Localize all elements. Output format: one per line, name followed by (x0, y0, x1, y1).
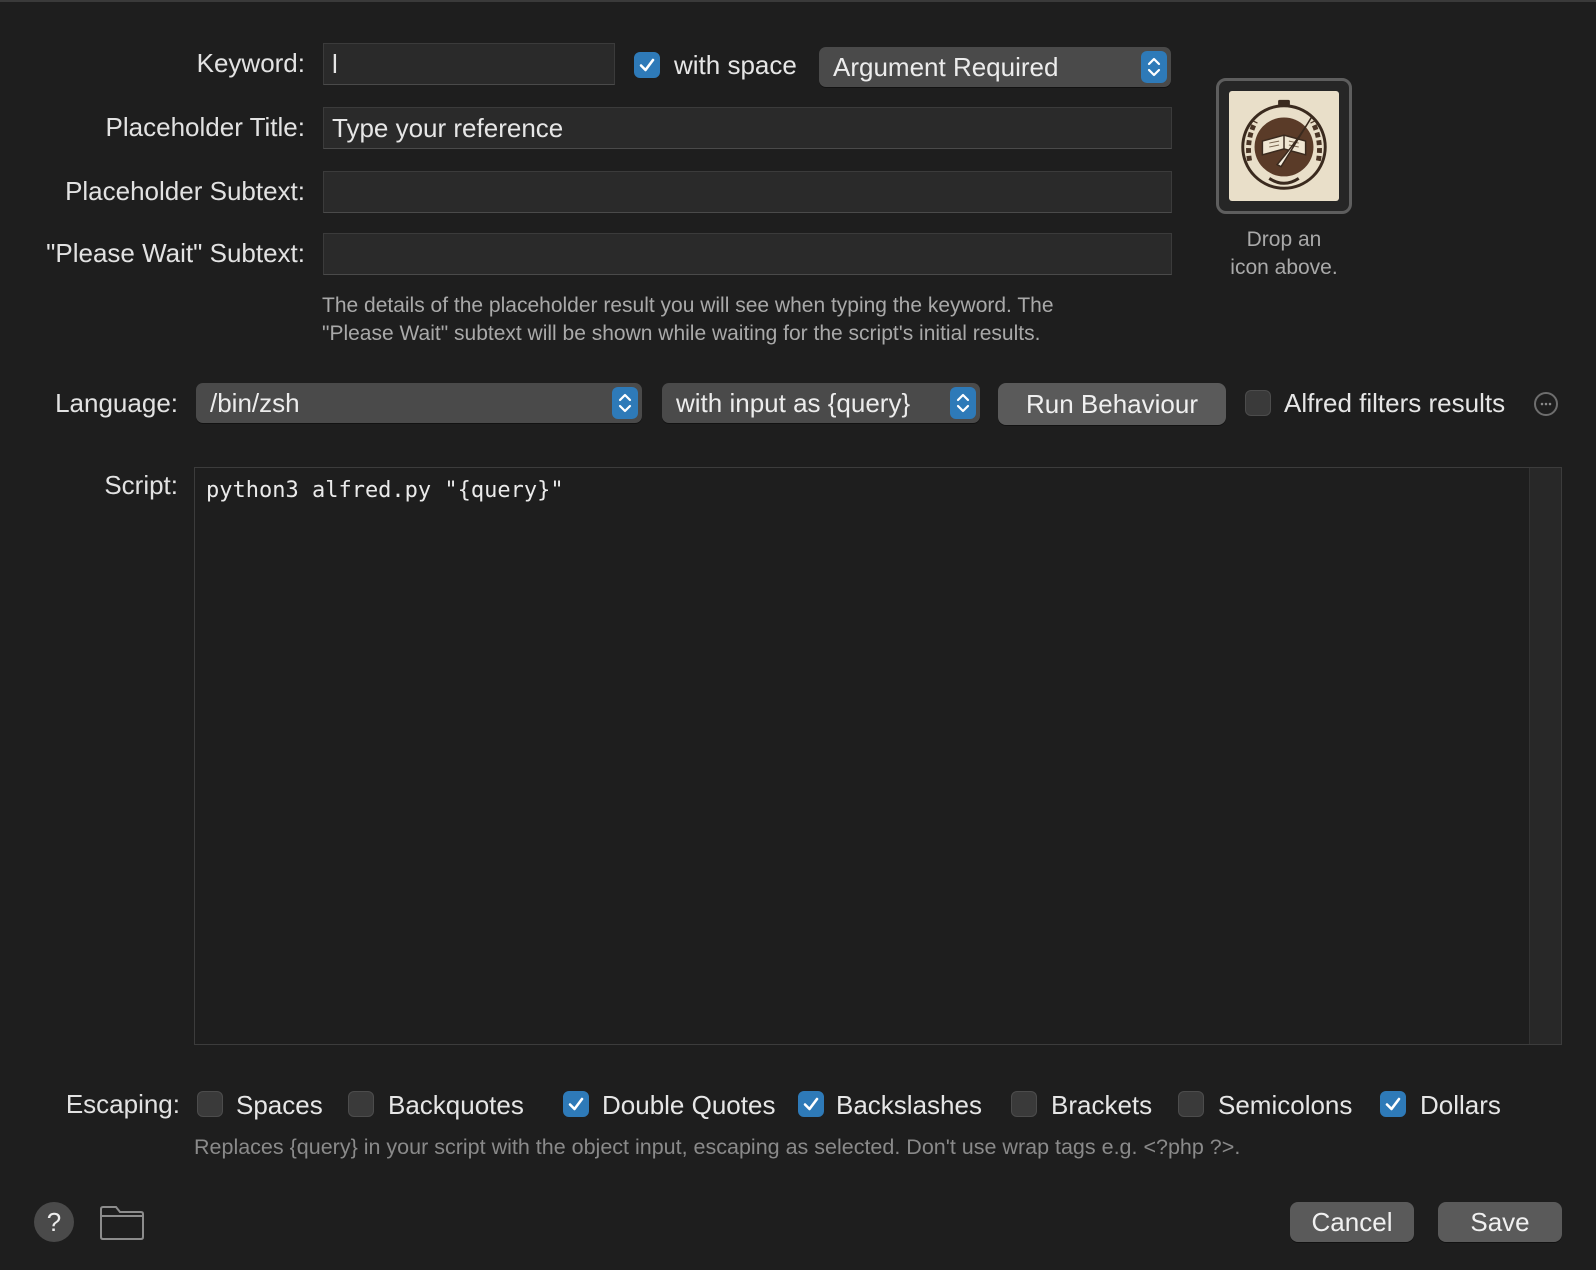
alfred-filters-label[interactable]: Alfred filters results (1284, 388, 1505, 419)
icon-drop-well[interactable] (1216, 78, 1352, 214)
please-wait-subtext-label: "Please Wait" Subtext: (46, 238, 305, 268)
escape-double-quotes-label[interactable]: Double Quotes (602, 1090, 775, 1121)
with-space-checkbox[interactable] (634, 52, 660, 78)
checkmark-icon (1385, 1097, 1401, 1111)
escape-backquotes-label[interactable]: Backquotes (388, 1090, 524, 1121)
run-behaviour-button[interactable]: Run Behaviour (998, 383, 1226, 425)
escape-dollars-checkbox[interactable] (1380, 1091, 1406, 1117)
cancel-button[interactable]: Cancel (1290, 1202, 1414, 1242)
keyword-input[interactable]: l (323, 43, 615, 85)
argument-mode-value: Argument Required (833, 51, 1059, 82)
save-button[interactable]: Save (1438, 1202, 1562, 1242)
checkmark-icon (568, 1097, 584, 1111)
language-popup[interactable]: /bin/zsh (196, 383, 642, 423)
icon-drop-hint-line: Drop an (1246, 228, 1322, 251)
escape-backslashes-checkbox[interactable] (798, 1091, 824, 1117)
checkmark-icon (803, 1097, 819, 1111)
icon-drop-hint: Drop an icon above. (1200, 226, 1368, 282)
escape-backslashes-label[interactable]: Backslashes (836, 1090, 982, 1121)
folder-icon[interactable] (99, 1203, 145, 1246)
placeholder-title-label: Placeholder Title: (105, 112, 305, 142)
workflow-icon (1229, 91, 1339, 201)
script-scrollbar[interactable] (1529, 468, 1561, 1044)
escape-dollars-label[interactable]: Dollars (1420, 1090, 1501, 1121)
escape-spaces-label[interactable]: Spaces (236, 1090, 323, 1121)
escape-brackets-checkbox[interactable] (1011, 1091, 1037, 1117)
book-quill-emblem-icon (1241, 99, 1327, 190)
input-mode-popup[interactable]: with input as {query} (662, 383, 980, 423)
placeholder-title-input[interactable]: Type your reference (323, 107, 1172, 149)
placeholder-hint: The details of the placeholder result yo… (322, 292, 1182, 348)
checkmark-icon (639, 58, 655, 72)
placeholder-hint-line: The details of the placeholder result yo… (322, 294, 1054, 317)
placeholder-subtext-input[interactable] (323, 171, 1172, 213)
more-options-icon[interactable] (1534, 392, 1558, 416)
script-editor[interactable]: python3 alfred.py "{query}" (194, 467, 1562, 1045)
placeholder-hint-line: "Please Wait" subtext will be shown whil… (322, 322, 1041, 345)
window-top-edge (0, 0, 1596, 2)
placeholder-subtext-label: Placeholder Subtext: (65, 176, 305, 206)
escape-spaces-checkbox[interactable] (197, 1091, 223, 1117)
escape-double-quotes-checkbox[interactable] (563, 1091, 589, 1117)
script-label: Script: (104, 470, 178, 500)
escape-backquotes-checkbox[interactable] (348, 1091, 374, 1117)
escaping-hint: Replaces {query} in your script with the… (194, 1135, 1241, 1159)
popup-stepper-icon (612, 387, 638, 419)
please-wait-subtext-input[interactable] (323, 233, 1172, 275)
keyword-label: Keyword: (196, 48, 305, 78)
with-space-label[interactable]: with space (674, 50, 797, 81)
help-icon: ? (46, 1206, 62, 1237)
escape-semicolons-label[interactable]: Semicolons (1218, 1090, 1352, 1121)
argument-mode-popup[interactable]: Argument Required (819, 47, 1171, 87)
popup-stepper-icon (950, 387, 976, 419)
escape-brackets-label[interactable]: Brackets (1051, 1090, 1152, 1121)
popup-stepper-icon (1141, 51, 1167, 83)
language-value: /bin/zsh (210, 387, 300, 418)
alfred-filters-checkbox[interactable] (1245, 390, 1271, 416)
escaping-label: Escaping: (65, 1089, 180, 1119)
escape-semicolons-checkbox[interactable] (1178, 1091, 1204, 1117)
help-button[interactable]: ? (34, 1202, 74, 1242)
input-mode-value: with input as {query} (676, 387, 911, 418)
language-label: Language: (55, 388, 178, 418)
icon-drop-hint-line: icon above. (1230, 256, 1338, 279)
script-content[interactable]: python3 alfred.py "{query}" (206, 478, 564, 503)
